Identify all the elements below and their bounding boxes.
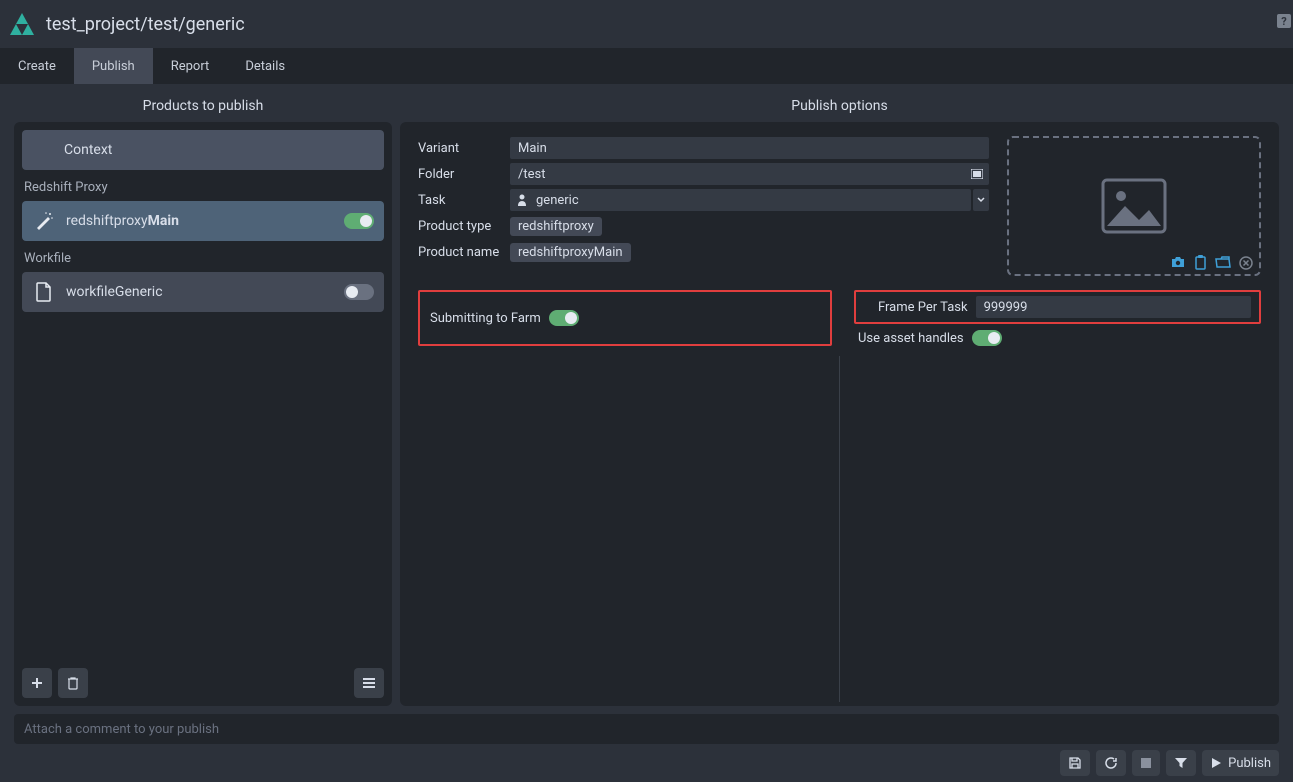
product-name-label: Product name — [418, 245, 510, 260]
image-placeholder-icon — [1101, 178, 1167, 234]
tab-create[interactable]: Create — [0, 48, 74, 84]
app-logo-icon — [10, 13, 34, 35]
floppy-icon — [1068, 756, 1082, 770]
context-item[interactable]: Context — [22, 130, 384, 170]
wand-icon — [32, 209, 56, 233]
product-label: redshiftproxyMain — [66, 213, 344, 229]
trash-icon — [67, 676, 79, 690]
refresh-button[interactable] — [1096, 750, 1126, 776]
frame-per-task-label: Frame Per Task — [878, 300, 968, 315]
filter-icon — [1174, 756, 1188, 770]
farm-toggle[interactable] — [549, 310, 579, 326]
stop-button[interactable] — [1132, 750, 1160, 776]
clipboard-icon[interactable] — [1194, 255, 1207, 270]
product-name-chip: redshiftproxyMain — [510, 243, 631, 262]
publish-button[interactable]: Publish — [1202, 750, 1279, 776]
folder-open-icon[interactable] — [1215, 256, 1231, 269]
product-toggle[interactable] — [344, 213, 374, 229]
products-panel-title: Products to publish — [14, 98, 392, 122]
help-button[interactable]: ? — [1277, 14, 1291, 28]
task-dropdown-button[interactable] — [973, 189, 989, 211]
tab-details[interactable]: Details — [227, 48, 303, 84]
thumbnail-dropzone[interactable] — [1007, 136, 1261, 276]
product-item-redshiftproxy[interactable]: redshiftproxyMain — [22, 201, 384, 241]
comment-placeholder: Attach a comment to your publish — [24, 722, 219, 737]
task-label: Task — [418, 193, 510, 208]
product-type-label: Product type — [418, 219, 510, 234]
tab-report[interactable]: Report — [153, 48, 228, 84]
product-type-chip: redshiftproxy — [510, 217, 602, 236]
group-label-workfile: Workfile — [22, 243, 384, 272]
folder-input[interactable] — [510, 163, 989, 185]
submitting-to-farm-box: Submitting to Farm — [418, 290, 832, 346]
farm-label: Submitting to Farm — [430, 311, 541, 326]
filter-button[interactable] — [1166, 750, 1196, 776]
stop-icon — [1140, 757, 1152, 769]
tab-publish[interactable]: Publish — [74, 48, 153, 84]
person-icon — [516, 193, 528, 207]
asset-handles-label: Use asset handles — [858, 331, 964, 346]
frame-per-task-box: Frame Per Task — [854, 290, 1261, 324]
file-icon — [32, 280, 56, 304]
save-button[interactable] — [1060, 750, 1090, 776]
product-toggle[interactable] — [344, 284, 374, 300]
task-value: generic — [536, 193, 579, 208]
add-button[interactable] — [22, 668, 52, 698]
comment-input[interactable]: Attach a comment to your publish — [14, 714, 1279, 744]
group-label-redshift: Redshift Proxy — [22, 172, 384, 201]
plus-icon — [30, 676, 44, 690]
hamburger-icon — [362, 677, 376, 689]
menu-button[interactable] — [354, 668, 384, 698]
refresh-icon — [1104, 756, 1118, 770]
bottom-toolbar: Publish — [0, 744, 1293, 782]
delete-button[interactable] — [58, 668, 88, 698]
options-panel-title: Publish options — [400, 98, 1279, 122]
asset-handles-toggle[interactable] — [972, 330, 1002, 346]
breadcrumb: test_project/test/generic — [46, 14, 245, 35]
titlebar: test_project/test/generic ? — [0, 0, 1293, 48]
camera-icon[interactable] — [1170, 256, 1186, 269]
publish-label: Publish — [1228, 756, 1271, 771]
product-item-workfile[interactable]: workfileGeneric — [22, 272, 384, 312]
variant-input[interactable] — [510, 137, 989, 159]
chevron-down-icon — [977, 197, 985, 203]
variant-label: Variant — [418, 141, 510, 156]
clear-thumbnail-icon[interactable] — [1239, 256, 1253, 270]
task-select[interactable]: generic — [510, 189, 971, 211]
folder-label: Folder — [418, 167, 510, 182]
tab-bar: Create Publish Report Details — [0, 48, 1293, 84]
product-label: workfileGeneric — [66, 284, 344, 300]
frame-per-task-input[interactable] — [976, 296, 1251, 318]
play-icon — [1210, 757, 1222, 769]
folder-browse-icon[interactable] — [971, 169, 983, 179]
